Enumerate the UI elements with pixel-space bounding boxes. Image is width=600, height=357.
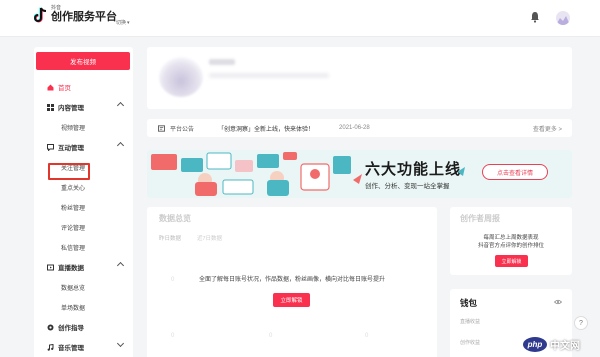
publish-video-button[interactable]: 发布视频 — [36, 52, 130, 70]
sidebar-item-key-attention[interactable]: 重点关心 — [34, 177, 133, 197]
blurred-profile-stats — [209, 73, 329, 78]
sidebar-item-label: 数据总览 — [61, 285, 86, 292]
platform-logo[interactable]: 抖音 创作服务平台 — [33, 6, 117, 23]
weekly-report-title: 创作者周报 — [460, 214, 500, 223]
top-bar: 抖音 创作服务平台 切换▾ — [0, 0, 600, 37]
unlock-data-button[interactable]: 立即解锁 — [273, 293, 310, 307]
sidebar-item-label: 音乐管理 — [58, 345, 84, 352]
chevron-up-icon — [116, 141, 125, 150]
watermark-text: 中文网 — [550, 340, 580, 352]
sidebar-item-home[interactable]: 首页 — [34, 77, 133, 97]
bell-icon[interactable] — [530, 11, 540, 23]
data-overview-card: 数据总览 昨日数据 近7日数据 0 0 0 0 0 0 全面了解每日账号状况，作… — [147, 207, 437, 357]
sidebar-item-label: 创作指导 — [58, 325, 84, 332]
wallet-title: 钱包 — [460, 298, 478, 308]
switch-account-dropdown[interactable]: 切换▾ — [116, 19, 130, 26]
sidebar-item-label: 私信管理 — [61, 245, 86, 252]
sidebar: 发布视频 首页 内容管理 视频管理 互动管理 关注管理 重点关心 粉丝管理 评论… — [34, 47, 133, 357]
feature-banner[interactable]: 六大功能上线 创作、分析、变现一站全掌握 点击查看详情 — [147, 150, 572, 198]
compass-icon — [47, 324, 54, 331]
sidebar-item-fans-management[interactable]: 粉丝管理 — [34, 197, 133, 217]
home-icon — [47, 84, 54, 91]
unlock-weekly-button[interactable]: 立即解锁 — [495, 255, 528, 267]
logo-title: 创作服务平台 — [51, 11, 117, 23]
announcement-date: 2021-06-28 — [339, 125, 370, 131]
sidebar-nav: 首页 内容管理 视频管理 互动管理 关注管理 重点关心 粉丝管理 评论管理 私信… — [34, 77, 133, 357]
banner-title: 六大功能上线 — [365, 161, 462, 178]
announcement-bar: 平台公告 「创意洞察」全新上线，快来体验！ 2021-06-28 查看更多 > — [147, 119, 572, 137]
sidebar-item-label: 单场数据 — [61, 305, 86, 312]
announcement-link[interactable]: 「创意洞察」全新上线，快来体验！ — [218, 124, 314, 133]
grid-icon — [47, 103, 54, 111]
sidebar-item-comment-management[interactable]: 评论管理 — [34, 217, 133, 237]
blurred-avatar — [159, 57, 203, 97]
sidebar-group-live-data[interactable]: 直播数据 — [34, 257, 133, 277]
sidebar-item-label: 视频管理 — [61, 125, 86, 132]
weekly-desc-line-1: 每周汇总上周数据表现 — [483, 235, 539, 241]
sidebar-item-label: 内容管理 — [58, 105, 84, 112]
tab-yesterday[interactable]: 昨日数据 — [159, 234, 181, 242]
php-cn-watermark: php 中文网 — [523, 334, 597, 354]
sidebar-item-label: 互动管理 — [58, 145, 84, 152]
sidebar-item-label: 评论管理 — [61, 225, 86, 232]
sidebar-item-label: 重点关心 — [61, 185, 86, 192]
announcement-icon — [158, 124, 165, 132]
wallet-live-income: 直播收益 — [460, 319, 481, 325]
sidebar-item-label: 粉丝管理 — [61, 205, 86, 212]
profile-card — [147, 47, 572, 109]
highlight-annotation-box — [48, 163, 90, 180]
sidebar-item-label: 首页 — [58, 85, 71, 92]
eye-icon[interactable] — [553, 299, 563, 305]
view-more-link[interactable]: 查看更多 > — [533, 124, 562, 133]
announcement-label: 平台公告 — [170, 126, 195, 133]
ghost-value: 0 — [171, 333, 175, 339]
music-icon — [47, 343, 54, 351]
sidebar-item-message-management[interactable]: 私信管理 — [34, 237, 133, 257]
blurred-username — [209, 59, 235, 65]
banner-subtitle: 创作、分析、变现一站全掌握 — [365, 183, 450, 190]
view-details-button[interactable]: 点击查看详情 — [482, 164, 548, 180]
switch-label: 切换 — [116, 20, 127, 26]
sidebar-group-music[interactable]: 音乐管理 — [34, 337, 133, 357]
watermark-logo: php — [523, 336, 547, 352]
chat-icon — [47, 143, 54, 151]
sidebar-group-interaction[interactable]: 互动管理 — [34, 137, 133, 157]
sidebar-item-single-session-data[interactable]: 单场数据 — [34, 297, 133, 317]
help-button[interactable]: ? — [574, 316, 588, 330]
live-icon — [47, 264, 54, 271]
sidebar-group-content[interactable]: 内容管理 — [34, 97, 133, 117]
tab-last-7-days[interactable]: 近7日数据 — [197, 234, 222, 242]
tiktok-logo-icon — [33, 7, 48, 23]
weekly-report-description: 每周汇总上周数据表现 抖音官方点评你的创作排位 — [450, 235, 572, 251]
chevron-down-icon — [116, 339, 125, 348]
chevron-up-icon — [116, 261, 125, 270]
chevron-up-icon — [116, 101, 125, 110]
sidebar-item-label: 直播数据 — [58, 265, 84, 272]
sidebar-item-data-overview[interactable]: 数据总览 — [34, 277, 133, 297]
wallet-creation-income: 创作收益 — [460, 340, 481, 346]
data-overview-title: 数据总览 — [159, 214, 191, 223]
weekly-desc-line-2: 抖音官方点评你的创作排位 — [477, 242, 544, 249]
caret-down-icon: ▾ — [127, 20, 130, 26]
unlock-message: 全面了解每日账号状况，作品数据，粉丝画像，横向对比每日账号提升 — [198, 277, 385, 283]
sidebar-item-video-management[interactable]: 视频管理 — [34, 117, 133, 137]
ghost-value: 0 — [269, 333, 273, 339]
weekly-report-card: 创作者周报 每周汇总上周数据表现 抖音官方点评你的创作排位 立即解锁 — [450, 207, 572, 275]
ghost-value: 0 — [365, 333, 369, 339]
user-avatar[interactable] — [556, 11, 570, 25]
sidebar-item-creation-guide[interactable]: 创作指导 — [34, 317, 133, 337]
